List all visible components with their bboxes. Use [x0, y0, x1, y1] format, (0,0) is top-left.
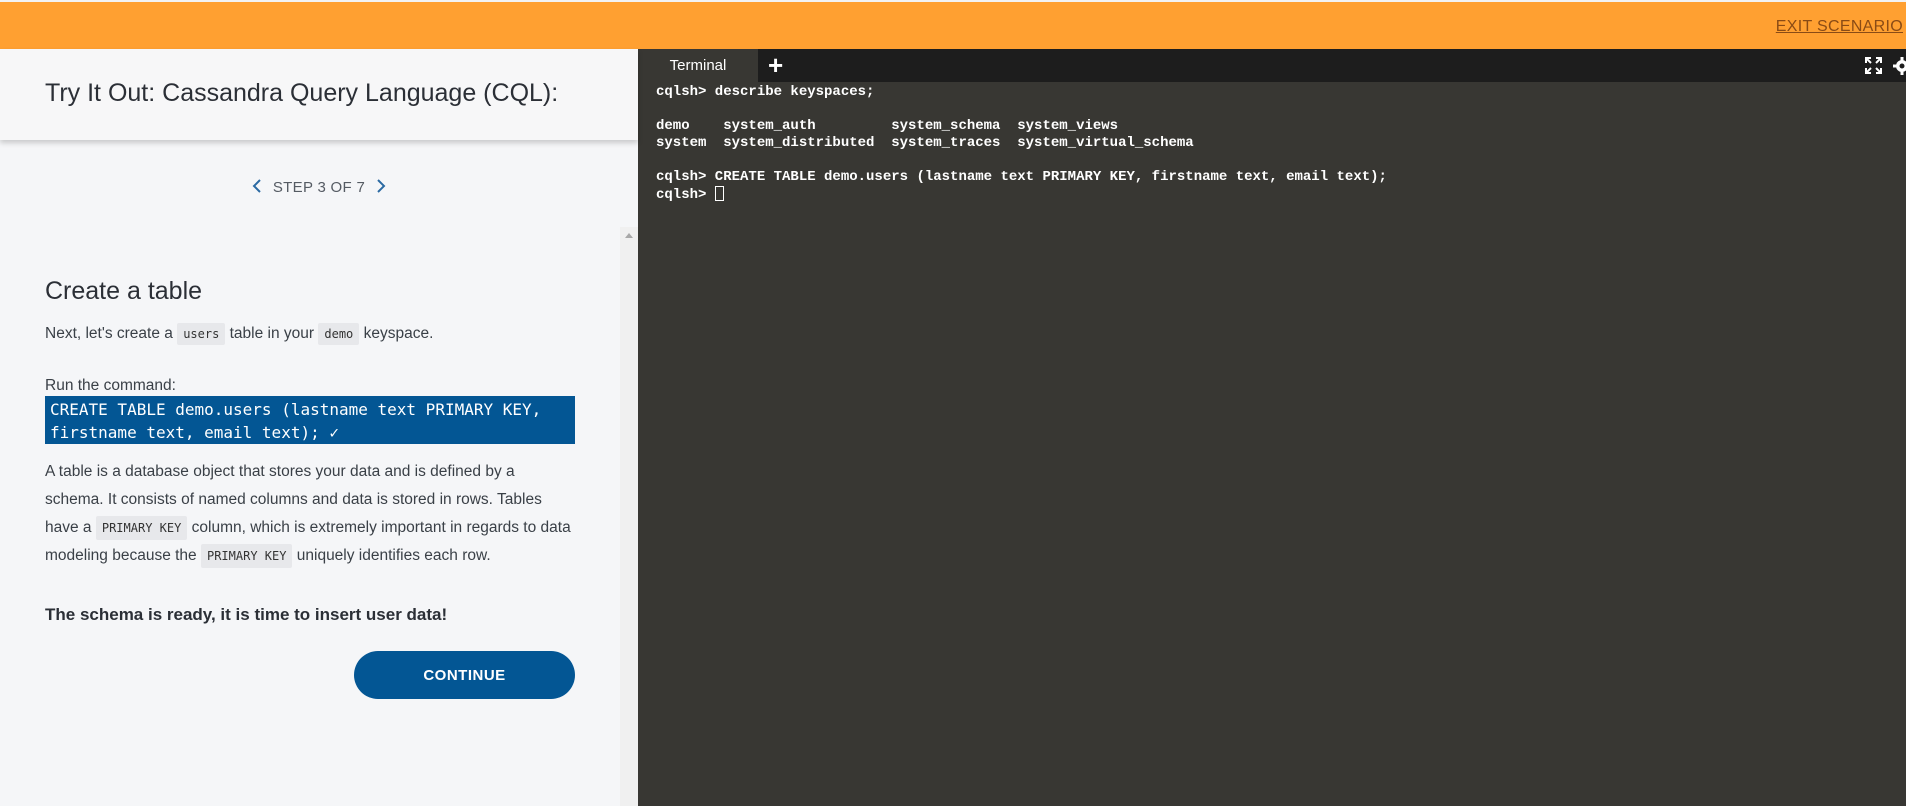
plus-icon[interactable]: + — [768, 50, 783, 80]
inline-code-primary-key: PRIMARY KEY — [95, 516, 188, 540]
instructions-panel: Try It Out: Cassandra Query Language (CQ… — [0, 49, 638, 806]
terminal-line: cqlsh> CREATE TABLE demo.users (lastname… — [656, 169, 1387, 185]
terminal-line: demo system_auth system_schema system_vi… — [656, 118, 1119, 134]
continue-button[interactable]: CONTINUE — [354, 651, 575, 699]
terminal-line: cqlsh> describe keyspaces; — [656, 84, 875, 100]
check-icon: ✓ — [329, 423, 339, 442]
step-title: Create a table — [45, 277, 203, 305]
top-bar: EXIT SCENARIO — [0, 0, 1906, 49]
inline-code-demo: demo — [318, 323, 360, 345]
callout-text: The schema is ready, it is time to inser… — [45, 605, 448, 624]
scenario-title: Try It Out: Cassandra Query Language (CQ… — [45, 79, 559, 107]
terminal-prompt: cqlsh> — [656, 187, 715, 203]
scenario-header: Try It Out: Cassandra Query Language (CQ… — [0, 49, 638, 140]
terminal-panel[interactable]: Terminal + cqlsh> describe keyspaces; de… — [638, 49, 1906, 806]
intro-text: table in your — [225, 325, 319, 342]
terminal-prompt-line[interactable]: cqlsh> — [656, 186, 1387, 204]
command-text: CREATE TABLE demo.users (lastname text P… — [50, 400, 542, 442]
executable-command-block[interactable]: CREATE TABLE demo.users (lastname text P… — [45, 396, 575, 444]
expand-icon[interactable] — [1865, 57, 1882, 74]
inline-code-users: users — [177, 323, 226, 345]
intro-text: keyspace. — [359, 325, 434, 342]
gear-icon[interactable] — [1892, 56, 1906, 76]
intro-text: Next, let's create a — [45, 325, 178, 342]
inline-code-primary-key: PRIMARY KEY — [200, 544, 293, 568]
description-paragraph: A table is a database object that stores… — [45, 458, 575, 570]
description-text: uniquely identifies each row. — [292, 547, 491, 564]
exit-scenario-link[interactable]: EXIT SCENARIO — [1776, 18, 1903, 36]
intro-paragraph: Next, let's create a users table in your… — [45, 320, 433, 348]
scroll-up-arrow-icon[interactable] — [625, 233, 633, 238]
chevron-right-icon[interactable] — [376, 177, 386, 198]
terminal-cursor — [714, 186, 724, 201]
step-navigator: STEP 3 OF 7 — [0, 177, 638, 198]
tab-terminal[interactable]: Terminal — [638, 49, 758, 82]
terminal-line: system system_distributed system_traces … — [656, 135, 1194, 151]
step-counter: STEP 3 OF 7 — [272, 179, 366, 196]
terminal-tab-bar: Terminal + — [638, 49, 1906, 82]
chevron-left-icon[interactable] — [252, 177, 262, 198]
scrollbar[interactable] — [620, 227, 638, 806]
terminal-output: cqlsh> describe keyspaces; demo system_a… — [656, 84, 1387, 204]
